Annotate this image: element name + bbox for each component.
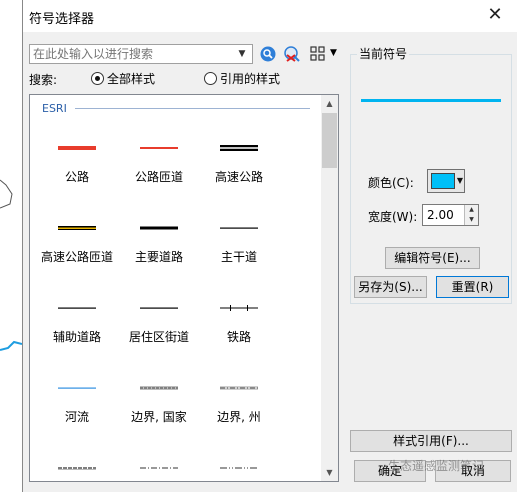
symbol-swatch [58,146,96,150]
radio-referenced-styles[interactable]: 引用的样式 [204,70,280,87]
symbol-item[interactable]: 高速公路 [198,113,288,184]
chevron-down-icon: ▼ [456,176,463,185]
symbol-item[interactable] [36,433,126,481]
title-bar: 符号选择器 ✕ [23,0,517,32]
symbol-selector-dialog: 符号选择器 ✕ ▼ ▼ 搜索: 全部样式 引用的样式 ESRI 公路 [22,0,517,492]
symbol-swatch [220,467,258,469]
symbol-label: 高速公路匝道 [40,250,113,264]
search-field[interactable] [30,45,230,63]
symbol-item[interactable]: 主干道 [198,193,288,264]
symbol-item[interactable]: 边界, 国家 [118,353,208,424]
symbol-label: 边界, 州 [217,410,261,424]
symbol-item[interactable]: 居住区街道 [118,273,208,344]
symbol-item[interactable]: 边界, 州 [198,353,288,424]
symbol-item[interactable]: 公路匝道 [118,113,208,184]
symbol-label: 边界, 国家 [131,410,187,424]
search-icon[interactable] [259,45,277,63]
radio-referenced-styles-label: 引用的样式 [220,72,281,86]
width-stepper[interactable]: 2.00 ▲ ▼ [422,204,479,226]
symbol-swatch [140,147,178,149]
watermark: 生态遥感监测笔记 [388,459,485,473]
map-background [0,0,23,492]
style-references-button[interactable]: 样式引用(F)... [350,430,512,452]
symbol-swatch [220,386,258,390]
symbol-swatch [58,387,96,389]
radio-all-styles-label: 全部样式 [107,72,156,86]
symbol-item[interactable] [198,433,288,481]
scroll-thumb[interactable] [322,113,337,168]
symbol-label: 公路匝道 [134,170,183,184]
symbol-item[interactable]: 主要道路 [118,193,208,264]
symbol-swatch [58,307,96,309]
symbol-item[interactable]: 高速公路匝道 [36,193,126,264]
clear-search-icon[interactable] [283,45,301,63]
group-divider [75,108,310,109]
view-options-dropdown-icon[interactable]: ▼ [330,48,337,58]
chevron-down-icon[interactable]: ▼ [234,46,250,62]
symbol-item[interactable]: 辅助道路 [36,273,126,344]
current-symbol-title: 当前符号 [357,45,410,62]
stepper-up-icon[interactable]: ▲ [464,205,478,215]
gallery-scrollbar[interactable]: ▲ ▼ [321,95,338,481]
save-as-button[interactable]: 另存为(S)... [354,276,427,298]
symbol-label: 居住区街道 [128,330,189,344]
symbol-label: 高速公路 [214,170,263,184]
map-feature-lines [0,179,23,351]
symbol-item[interactable]: 河流 [36,353,126,424]
reset-button[interactable]: 重置(R) [436,276,509,298]
symbol-swatch [220,227,258,229]
radio-unselected-icon[interactable] [204,72,217,85]
scroll-down-icon[interactable]: ▼ [321,464,338,481]
radio-selected-icon[interactable] [91,72,104,85]
color-label: 颜色(C): [368,176,414,190]
symbol-label: 铁路 [226,330,251,344]
symbol-swatch [140,307,178,309]
symbol-preview [361,99,501,102]
symbol-swatch [140,467,178,469]
symbol-swatch [220,305,258,311]
view-options-icon[interactable] [309,45,327,63]
symbol-gallery: ESRI 公路 公路匝道 高速公路 高速公路匝道 主要道路 主干道 辅助道路 居… [29,94,339,482]
symbol-label: 主干道 [220,250,257,264]
stepper-down-icon[interactable]: ▼ [464,215,478,225]
radio-all-styles[interactable]: 全部样式 [91,70,155,87]
search-input[interactable]: ▼ [29,44,253,64]
symbol-swatch [140,226,178,230]
color-chip [431,173,455,189]
width-value[interactable]: 2.00 [427,208,454,222]
edit-symbol-button[interactable]: 编辑符号(E)... [385,247,480,269]
symbol-item[interactable]: 铁路 [198,273,288,344]
symbol-label: 公路 [64,170,89,184]
symbol-item[interactable]: 公路 [36,113,126,184]
symbol-label: 主要道路 [134,250,183,264]
symbol-item[interactable] [118,433,208,481]
symbol-swatch [220,145,258,151]
width-label: 宽度(W): [368,210,418,224]
dialog-title: 符号选择器 [29,12,95,27]
scroll-up-icon[interactable]: ▲ [321,95,338,112]
symbol-label: 河流 [64,410,89,424]
symbol-swatch [140,386,178,390]
symbol-swatch [58,226,96,230]
color-picker-button[interactable]: ▼ [427,169,465,193]
symbol-swatch [58,467,96,470]
symbol-label: 辅助道路 [52,330,101,344]
close-icon[interactable]: ✕ [484,4,506,26]
scope-label: 搜索: [29,73,58,87]
